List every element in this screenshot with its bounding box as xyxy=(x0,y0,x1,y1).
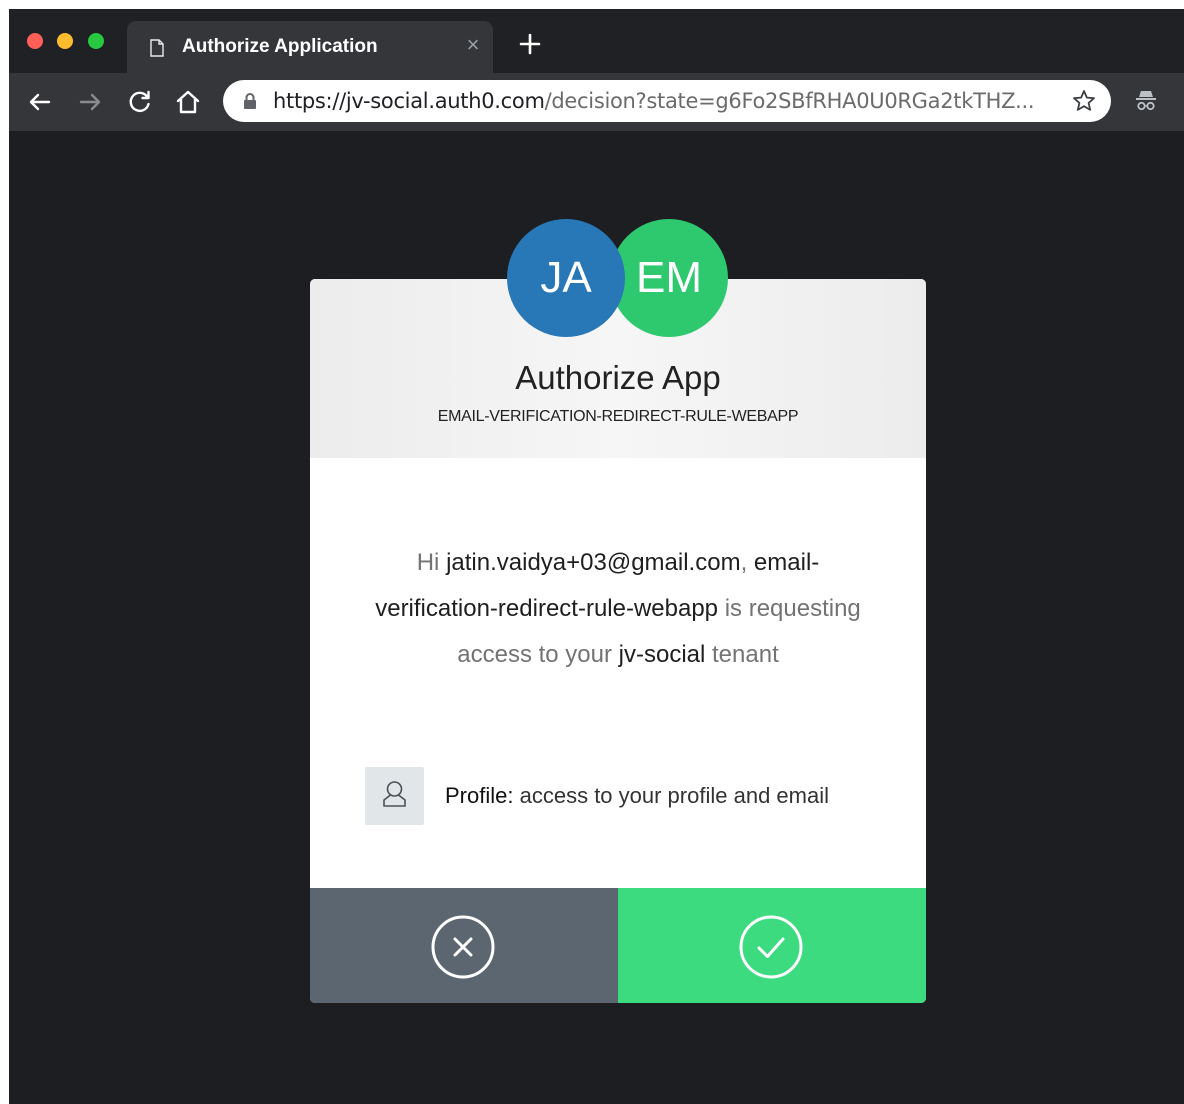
lock-icon xyxy=(244,93,256,109)
url-text: https://jv-social.auth0.com/decision?sta… xyxy=(273,88,1035,114)
tab-close-icon[interactable]: × xyxy=(461,33,485,57)
tab-authorize-application[interactable]: Authorize Application × xyxy=(127,21,493,73)
authorize-card: Authorize App EMAIL-VERIFICATION-REDIREC… xyxy=(310,279,926,1003)
forward-arrow-icon[interactable] xyxy=(75,87,105,117)
scope-text: Profile: access to your profile and emai… xyxy=(445,782,829,810)
consent-message: Hi jatin.vaidya+03@gmail.com, email-veri… xyxy=(360,540,876,678)
url-path: /decision?state=g6Fo2SBfRHA0U0RGa2tkTHZ.… xyxy=(544,89,1035,113)
user-email: jatin.vaidya+03@gmail.com xyxy=(446,549,741,576)
reload-icon[interactable] xyxy=(125,87,155,117)
maximize-window-button[interactable] xyxy=(88,33,104,49)
scope-description: access to your profile and email xyxy=(519,783,829,808)
close-circle-icon xyxy=(431,915,495,979)
address-bar[interactable]: https://jv-social.auth0.com/decision?sta… xyxy=(223,80,1111,122)
close-window-button[interactable] xyxy=(27,33,43,49)
scope-item-profile: Profile: access to your profile and emai… xyxy=(365,767,885,825)
scope-icon-box xyxy=(365,767,424,825)
new-tab-icon[interactable] xyxy=(515,29,545,59)
avatar-ja: JA xyxy=(507,219,625,337)
tenant-word: tenant xyxy=(712,641,779,668)
app-name: EMAIL-VERIFICATION-REDIRECT-RULE-WEBAPP xyxy=(437,408,799,425)
greeting-text: Hi xyxy=(416,549,440,576)
home-icon[interactable] xyxy=(173,87,203,117)
toolbar: https://jv-social.auth0.com/decision?sta… xyxy=(9,73,1184,131)
message-comma: , xyxy=(740,549,748,576)
deny-button[interactable] xyxy=(310,888,618,1003)
check-circle-icon xyxy=(739,915,803,979)
tab-strip: Authorize Application × xyxy=(9,9,1184,73)
user-icon xyxy=(383,781,406,807)
page-title: Authorize App xyxy=(515,359,721,396)
browser-window: Authorize Application × https://jv-socia… xyxy=(9,9,1184,1104)
allow-button[interactable] xyxy=(618,888,926,1003)
bookmark-star-icon[interactable] xyxy=(1071,88,1097,114)
minimize-window-button[interactable] xyxy=(57,33,73,49)
back-arrow-icon[interactable] xyxy=(25,87,55,117)
url-host: https://jv-social.auth0.com xyxy=(273,89,545,113)
tab-title: Authorize Application xyxy=(182,36,378,57)
document-icon xyxy=(150,39,164,57)
avatar-em: EM xyxy=(610,219,728,337)
scope-name: Profile: xyxy=(445,783,514,808)
tenant-name: jv-social xyxy=(618,641,706,668)
incognito-icon[interactable] xyxy=(1133,87,1159,113)
